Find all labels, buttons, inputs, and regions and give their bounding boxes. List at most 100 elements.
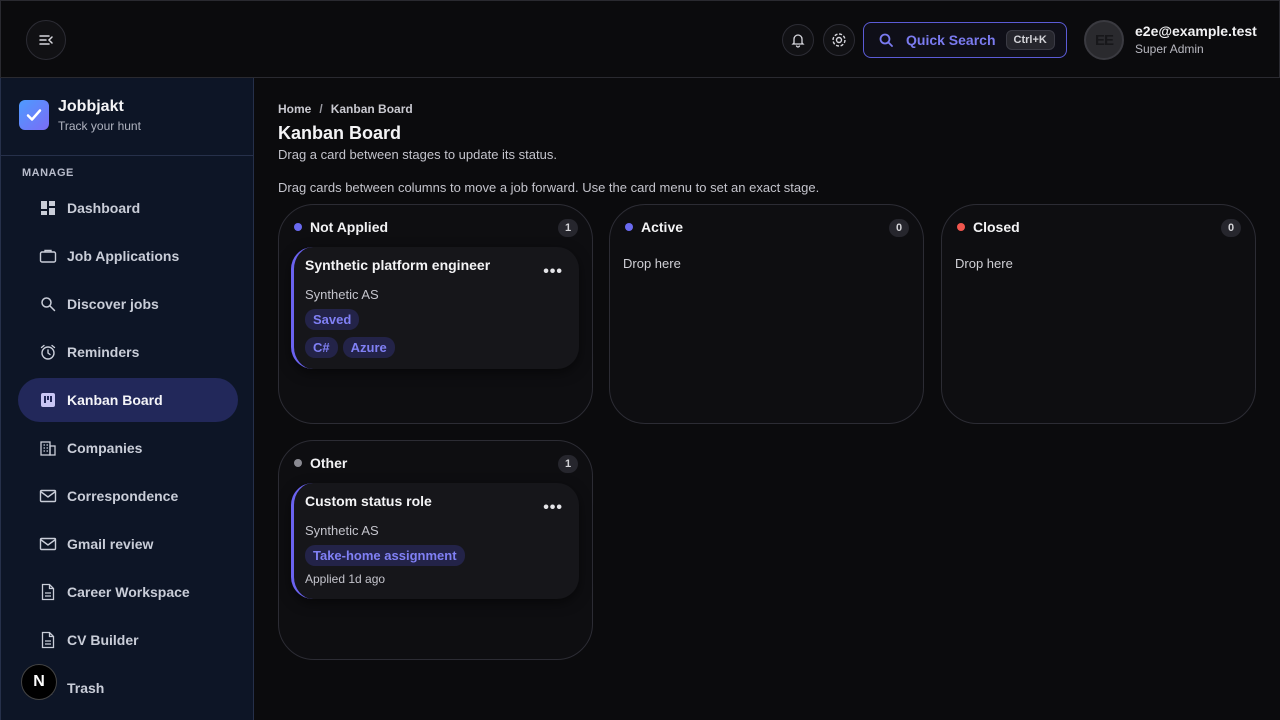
breadcrumb-home-link[interactable]: Home	[278, 102, 311, 116]
column-count-badge: 1	[558, 219, 578, 237]
job-card[interactable]: Custom status role ••• Synthetic AS Take…	[291, 483, 579, 599]
gear-icon	[832, 33, 846, 47]
brand-tagline: Track your hunt	[58, 119, 141, 133]
sidebar-item-label: Kanban Board	[67, 392, 163, 408]
column-header: Not Applied	[294, 219, 388, 235]
document-icon	[39, 583, 57, 601]
building-icon	[39, 439, 57, 457]
mail-icon	[39, 535, 57, 553]
brand-name: Jobbjakt	[58, 98, 124, 115]
kanban-column-other[interactable]: Other 1 Custom status role ••• Synthetic…	[278, 440, 593, 660]
top-bar: Quick Search Ctrl+K EE e2e@example.test …	[0, 0, 1280, 78]
job-card-title: Custom status role	[305, 493, 432, 509]
status-badge: Take-home assignment	[305, 545, 465, 566]
status-badge: Saved	[305, 309, 360, 330]
skill-tag: C#	[305, 337, 338, 358]
job-card-title: Synthetic platform engineer	[305, 257, 491, 273]
alarm-clock-icon	[39, 343, 57, 361]
column-status-dot	[294, 459, 302, 467]
menu-collapse-icon	[39, 35, 53, 45]
avatar[interactable]: EE	[1084, 20, 1124, 60]
search-icon	[39, 295, 57, 313]
settings-button[interactable]	[823, 24, 855, 56]
drop-zone-text: Drop here	[955, 256, 1013, 271]
sidebar-item-companies[interactable]: Companies	[18, 426, 238, 470]
skill-tag: Azure	[342, 337, 395, 358]
quick-search-button[interactable]: Quick Search Ctrl+K	[863, 22, 1067, 58]
status-tag-row: Take-home assignment	[305, 545, 470, 566]
sidebar-item-gmail-review[interactable]: Gmail review	[18, 522, 238, 566]
sidebar-item-job-applications[interactable]: Job Applications	[18, 234, 238, 278]
sidebar-item-label: Dashboard	[67, 200, 141, 216]
mail-icon	[39, 487, 57, 505]
column-count-badge: 1	[558, 455, 578, 473]
sidebar-item-dashboard[interactable]: Dashboard	[18, 186, 238, 230]
kanban-column-active[interactable]: Active 0 Drop here	[609, 204, 924, 424]
sidebar-item-career-workspace[interactable]: Career Workspace	[18, 570, 238, 614]
sidebar-item-label: Reminders	[67, 344, 140, 360]
sidebar-item-label: Career Workspace	[67, 584, 190, 600]
sidebar-item-correspondence[interactable]: Correspondence	[18, 474, 238, 518]
column-header: Closed	[957, 219, 1020, 235]
job-card[interactable]: Synthetic platform engineer ••• Syntheti…	[291, 247, 579, 369]
column-status-dot	[957, 223, 965, 231]
sidebar-item-kanban-board[interactable]: Kanban Board	[18, 378, 238, 422]
checkmark-icon	[26, 109, 42, 121]
brand-logo	[19, 100, 49, 130]
sidebar-nav: Dashboard Job Applications Discover jobs…	[18, 186, 238, 714]
breadcrumb: Home / Kanban Board	[278, 102, 413, 116]
kanban-column-closed[interactable]: Closed 0 Drop here	[941, 204, 1256, 424]
column-count-badge: 0	[1221, 219, 1241, 237]
sidebar-item-cv-builder[interactable]: CV Builder	[18, 618, 238, 662]
breadcrumb-separator: /	[319, 102, 323, 116]
sidebar-item-label: Job Applications	[67, 248, 180, 264]
column-title: Not Applied	[310, 219, 389, 235]
column-header: Other	[294, 455, 347, 471]
column-title: Closed	[973, 219, 1020, 235]
job-card-applied-date: Applied 1d ago	[305, 572, 386, 586]
page-title: Kanban Board	[278, 123, 402, 143]
sidebar-item-reminders[interactable]: Reminders	[18, 330, 238, 374]
briefcase-icon	[39, 247, 57, 265]
sidebar: Jobbjakt Track your hunt MANAGE Dashboar…	[0, 78, 254, 720]
drop-zone-text: Drop here	[623, 256, 681, 271]
sidebar-item-label: Gmail review	[67, 536, 154, 552]
sidebar-item-discover-jobs[interactable]: Discover jobs	[18, 282, 238, 326]
user-role: Super Admin	[1135, 42, 1204, 56]
page-subtitle: Drag a card between stages to update its…	[278, 147, 557, 162]
section-label-manage: MANAGE	[22, 167, 74, 179]
breadcrumb-current: Kanban Board	[330, 102, 413, 116]
card-menu-button[interactable]: •••	[543, 499, 563, 517]
sidebar-divider	[1, 155, 253, 156]
kanban-column-not-applied[interactable]: Not Applied 1 Synthetic platform enginee…	[278, 204, 593, 424]
sidebar-item-label: Trash	[67, 680, 105, 696]
user-email: e2e@example.test	[1135, 23, 1257, 39]
search-shortcut-badge: Ctrl+K	[1005, 30, 1055, 50]
column-title: Active	[641, 219, 684, 235]
status-tag-row: Saved	[305, 309, 364, 330]
skill-tag-row: C# Azure	[305, 337, 400, 358]
notifications-button[interactable]	[782, 24, 814, 56]
next-dev-badge[interactable]: N	[21, 664, 57, 700]
kanban-icon	[39, 391, 57, 409]
brand[interactable]: Jobbjakt Track your hunt	[19, 98, 141, 133]
sidebar-item-label: Discover jobs	[67, 296, 159, 312]
search-icon	[879, 33, 893, 47]
column-status-dot	[625, 223, 633, 231]
bell-icon	[791, 34, 805, 48]
column-header: Active	[625, 219, 683, 235]
sidebar-item-label: CV Builder	[67, 632, 139, 648]
quick-search-label: Quick Search	[906, 32, 996, 48]
column-status-dot	[294, 223, 302, 231]
job-card-company: Synthetic AS	[305, 523, 379, 538]
column-count-badge: 0	[889, 219, 909, 237]
sidebar-item-label: Correspondence	[67, 488, 179, 504]
sidebar-item-label: Companies	[67, 440, 143, 456]
dashboard-icon	[39, 199, 57, 217]
sidebar-toggle-button[interactable]	[26, 20, 66, 60]
job-card-company: Synthetic AS	[305, 287, 379, 302]
card-menu-button[interactable]: •••	[543, 263, 563, 281]
column-title: Other	[310, 455, 348, 471]
document-icon	[39, 631, 57, 649]
page-hint: Drag cards between columns to move a job…	[278, 180, 820, 195]
